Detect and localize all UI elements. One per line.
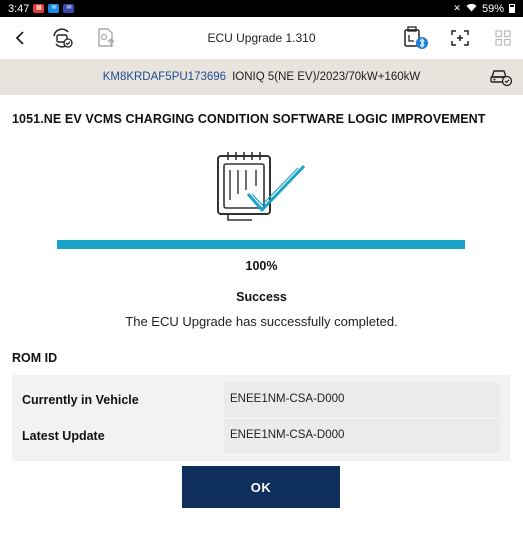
vehicle-info-bar: KM8KRDAF5PU173696 IONIQ 5(NE EV)/2023/70… [0, 59, 523, 95]
ecu-success-icon [212, 150, 308, 224]
rom-row-current: Currently in Vehicle ENEE1NM-CSA-D000 [12, 383, 510, 417]
rom-id-table: Currently in Vehicle ENEE1NM-CSA-D000 La… [12, 375, 510, 461]
upgrade-progress-fill [57, 240, 465, 249]
upgrade-progress-bar [57, 240, 465, 249]
vehicle-model: IONIQ 5(NE EV)/2023/70kW+160kW [232, 71, 421, 83]
grid-icon [495, 30, 511, 46]
vehicle-scan-button[interactable] [48, 24, 76, 52]
file-upload-icon [98, 28, 115, 47]
app-toolbar: ECU Upgrade 1.310 [0, 17, 523, 59]
toolbar-title: ECU Upgrade 1.310 [207, 31, 316, 45]
mute-icon: ✕ [453, 3, 461, 13]
file-upload-button[interactable] [92, 24, 120, 52]
battery-icon [509, 4, 515, 13]
rom-row-label: Latest Update [22, 429, 105, 443]
screenshot-button[interactable] [446, 24, 474, 52]
upgrade-title: 1051.NE EV VCMS CHARGING CONDITION SOFTW… [12, 112, 486, 126]
vci-connection-button[interactable] [402, 24, 430, 52]
rom-row-label: Currently in Vehicle [22, 393, 139, 407]
calendar-icon: ▦ [33, 4, 45, 13]
status-time: 3:47 [8, 2, 30, 15]
vehicle-status-button[interactable] [489, 67, 513, 87]
chat-icon: ✉ [63, 4, 75, 13]
vci-bluetooth-icon [404, 26, 428, 49]
chevron-left-icon [15, 31, 24, 45]
wifi-icon [466, 3, 477, 15]
back-button[interactable] [6, 24, 34, 52]
rom-id-title: ROM ID [12, 351, 58, 365]
vehicle-scan-icon [53, 28, 73, 48]
rom-row-value: ENEE1NM-CSA-D000 [224, 419, 500, 453]
ok-button[interactable]: OK [182, 466, 340, 508]
message-icon: ✉ [48, 4, 60, 13]
vehicle-vin: KM8KRDAF5PU173696 [102, 71, 227, 83]
rom-row-value: ENEE1NM-CSA-D000 [224, 383, 500, 417]
upgrade-status: Success [236, 290, 287, 304]
rom-row-latest: Latest Update ENEE1NM-CSA-D000 [12, 419, 510, 453]
car-check-icon [490, 70, 513, 87]
upgrade-message: The ECU Upgrade has successfully complet… [125, 314, 398, 329]
screenshot-icon [451, 30, 469, 46]
battery-percent: 59% [481, 2, 504, 15]
progress-percent: 100% [245, 259, 278, 273]
grid-menu-button[interactable] [489, 24, 517, 52]
status-bar: 3:47 ▦ ✉ ✉ ✕ 59% [0, 0, 523, 17]
